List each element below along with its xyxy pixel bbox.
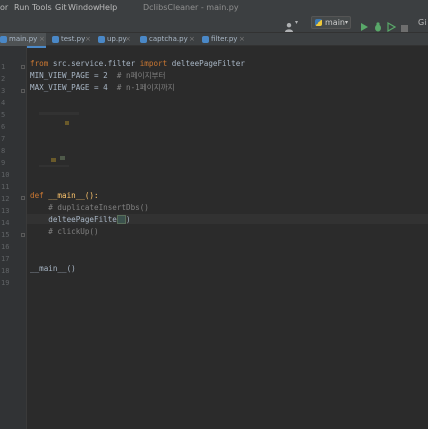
line-number: 18 [1,267,10,275]
tab-test-py[interactable]: test.py × [52,33,92,46]
menu-bar: or Run Tools Git Window Help DcIibsClean… [0,0,428,14]
code-line[interactable]: def __main__(): [30,191,99,200]
run-config-selector[interactable]: main ▾ [311,16,351,29]
blurred-region [39,165,69,167]
tab-label: main.py [9,35,38,43]
python-file-icon [0,36,7,43]
tab-label: up.py [107,35,127,43]
import-name: delteePageFilter [167,59,245,68]
comment: # n-1페이지까지 [107,83,175,92]
assignment: MIN_VIEW_PAGE = 2 [30,71,108,80]
line-number: 10 [1,171,10,179]
line-number: 9 [1,159,6,167]
close-icon[interactable]: × [39,35,45,43]
line-number: 8 [1,147,6,155]
line-number: 3 [1,87,6,95]
line-number: 6 [1,123,6,131]
blurred-region [65,121,69,125]
blurred-region [51,158,56,162]
tab-label: captcha.py [149,35,188,43]
line-number: 19 [1,279,10,287]
function-signature: __main__(): [43,191,99,200]
python-icon [315,19,322,26]
code-line[interactable]: delteePageFilter() [30,215,131,224]
toolbar: ▾ main ▾ Gi [0,14,428,33]
menu-item-help[interactable]: Help [99,3,117,12]
code-line[interactable]: MIN_VIEW_PAGE = 2 # n페이지부터 [30,71,166,80]
tab-captcha-py[interactable]: captcha.py × [140,33,196,46]
window-title: DcIibsCleaner - main.py [143,3,239,12]
tab-filter-py[interactable]: filter.py × [202,33,246,46]
close-icon[interactable]: × [85,35,91,43]
comment: # n페이지부터 [107,71,166,80]
user-icon[interactable] [284,17,294,32]
line-number: 7 [1,135,6,143]
fold-marker-icon[interactable] [21,196,25,200]
editor-tabs: main.py × test.py × up.py × captcha.py ×… [0,32,428,48]
line-number: 2 [1,75,6,83]
chevron-down-icon: ▾ [345,19,349,26]
keyword: def [30,191,44,200]
code-line[interactable]: from src.service.filter import delteePag… [30,59,245,68]
comment: # duplicateInsertDbs() [30,203,149,212]
chevron-down-icon[interactable]: ▾ [295,19,298,26]
comment: # clickUp() [30,227,99,236]
python-file-icon [202,36,209,43]
git-label[interactable]: Gi [418,18,426,27]
module-name: src.service.filter [48,59,140,68]
line-number: 16 [1,243,10,251]
python-file-icon [98,36,105,43]
close-icon[interactable]: × [239,35,245,43]
line-number: 17 [1,255,10,263]
run-config-label: main [325,18,345,27]
blurred-region [39,112,79,115]
fold-marker-icon[interactable] [21,233,25,237]
tab-label: test.py [61,35,86,43]
tab-up-py[interactable]: up.py × [98,33,132,46]
line-number: 13 [1,207,10,215]
code-line[interactable]: # clickUp() [30,227,99,236]
keyword: from [30,59,49,68]
python-file-icon [140,36,147,43]
line-number: 14 [1,219,10,227]
code-line[interactable]: # duplicateInsertDbs() [30,203,149,212]
menu-item-git[interactable]: Git [55,3,67,12]
assignment: MAX_VIEW_PAGE = 4 [30,83,108,92]
tab-label: filter.py [211,35,238,43]
line-number: 11 [1,183,10,191]
line-number: 5 [1,111,6,119]
code-editor[interactable]: from src.service.filter import delteePag… [27,46,428,429]
line-number: 4 [1,99,6,107]
code-line[interactable]: __main__() [30,264,76,273]
menu-item-editor[interactable]: or [0,3,8,12]
close-icon[interactable]: × [125,35,131,43]
function-call: __main__() [30,264,76,273]
menu-item-tools[interactable]: Tools [32,3,52,12]
function-call: delteePageFilter() [30,215,131,224]
blurred-region [60,156,65,160]
line-number-gutter[interactable]: 1 2 3 4 5 6 7 8 9 10 11 12 13 14 15 16 1… [0,46,27,429]
keyword: import [139,59,168,68]
menu-item-run[interactable]: Run [14,3,29,12]
close-icon[interactable]: × [189,35,195,43]
bracket-match-highlight [117,215,126,224]
line-number: 15 [1,231,10,239]
code-line[interactable]: MAX_VIEW_PAGE = 4 # n-1페이지까지 [30,83,175,92]
python-file-icon [52,36,59,43]
line-number: 1 [1,63,6,71]
fold-marker-icon[interactable] [21,65,25,69]
menu-item-window[interactable]: Window [68,3,100,12]
fold-marker-icon[interactable] [21,89,25,93]
line-number: 12 [1,195,10,203]
